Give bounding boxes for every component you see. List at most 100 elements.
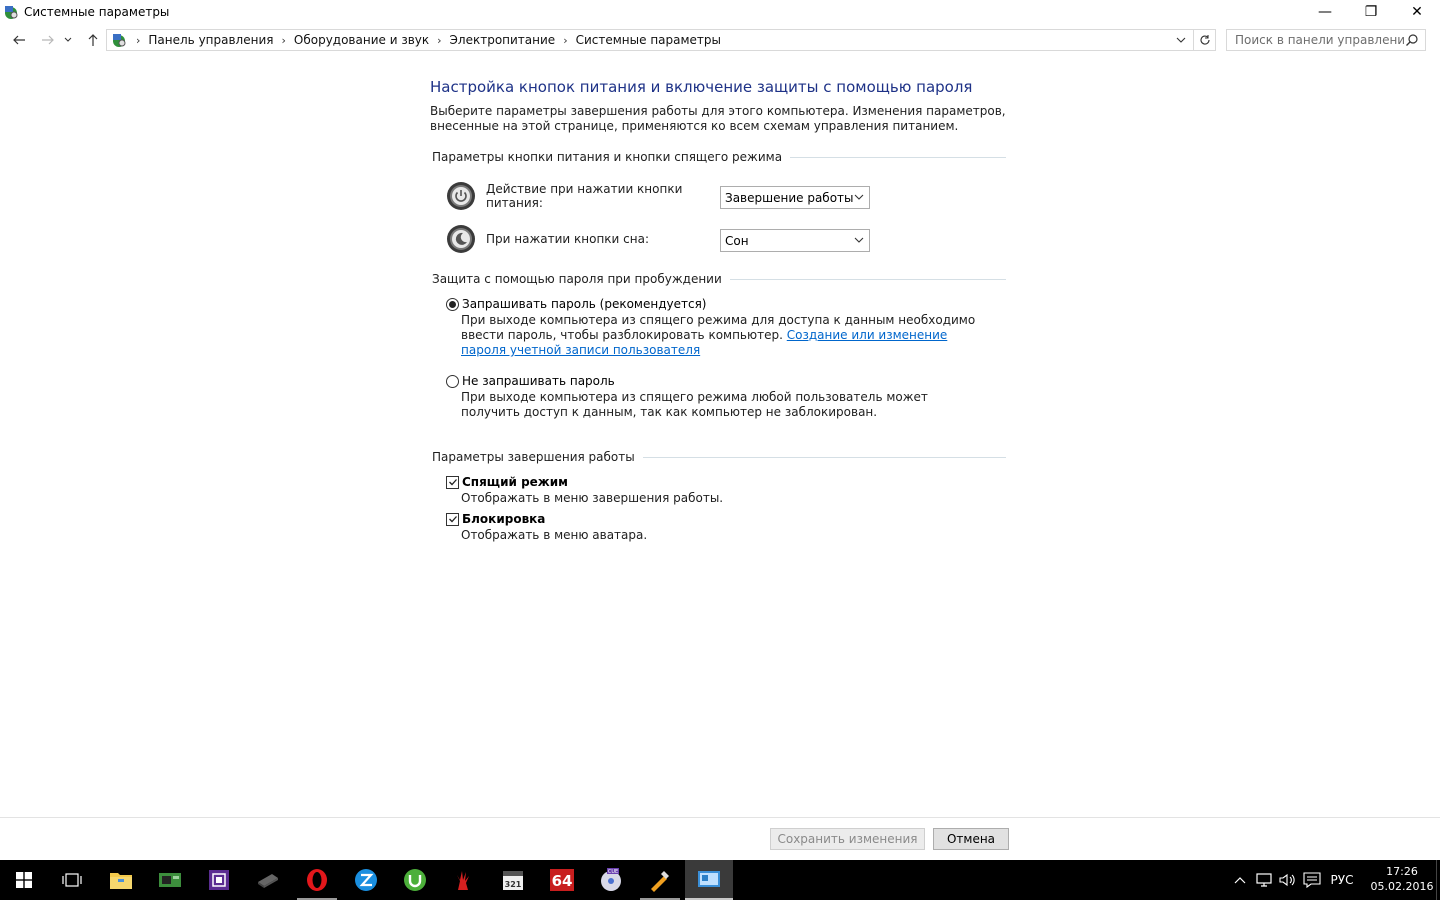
opera-icon xyxy=(307,869,327,891)
settings-area: Параметры кнопки питания и кнопки спящег… xyxy=(430,150,1010,550)
utorrent-icon xyxy=(404,869,426,891)
divider xyxy=(729,278,1006,280)
show-hidden-icons-button[interactable] xyxy=(1230,860,1250,900)
taskbar-cue-app[interactable]: CUE xyxy=(587,860,635,900)
recent-locations-button[interactable] xyxy=(61,28,75,52)
breadcrumb-system-settings[interactable]: Системные параметры xyxy=(576,33,721,47)
address-history-button[interactable] xyxy=(1171,30,1191,50)
svg-text:CUE: CUE xyxy=(608,869,618,875)
chevron-down-icon xyxy=(854,237,864,243)
sleep-mode-description: Отображать в меню завершения работы. xyxy=(461,491,724,505)
checkmark-icon xyxy=(448,516,457,523)
footer-divider xyxy=(0,817,1440,818)
chevron-down-icon xyxy=(1176,37,1186,43)
taskbar-utorrent[interactable] xyxy=(391,860,439,900)
show-desktop-button[interactable] xyxy=(1436,860,1440,900)
taskbar-aida64[interactable]: 64 xyxy=(538,860,586,900)
sleep-button-action-value: Сон xyxy=(725,233,749,248)
back-button[interactable] xyxy=(8,28,30,52)
action-center-button[interactable] xyxy=(1300,860,1324,900)
page-intro: Выберите параметры завершения работы для… xyxy=(430,104,1006,133)
forward-button[interactable] xyxy=(37,28,59,52)
arrow-left-icon xyxy=(13,35,25,45)
taskbar-calendar-app[interactable]: 321 xyxy=(489,860,537,900)
network-tray-button[interactable] xyxy=(1253,860,1275,900)
processor-icon xyxy=(209,870,229,890)
refresh-button[interactable] xyxy=(1193,30,1215,50)
require-password-label[interactable]: Запрашивать пароль (рекомендуется) xyxy=(462,297,706,311)
chevron-up-icon xyxy=(1234,877,1246,884)
taskbar-file-explorer[interactable] xyxy=(97,860,145,900)
refresh-icon xyxy=(1199,35,1210,45)
taskbar-bloody[interactable] xyxy=(440,860,488,900)
breadcrumb-separator[interactable]: › xyxy=(136,34,140,47)
divider xyxy=(790,156,1006,158)
no-password-radio[interactable] xyxy=(446,374,459,388)
chevron-down-icon xyxy=(64,37,72,42)
taskbar-gpu-app[interactable] xyxy=(146,860,194,900)
up-button[interactable] xyxy=(82,28,104,52)
sleep-mode-checkbox[interactable] xyxy=(446,475,459,489)
breadcrumb-control-panel[interactable]: Панель управления xyxy=(148,33,273,47)
breadcrumb-separator[interactable]: › xyxy=(437,34,441,47)
lock-description: Отображать в меню аватара. xyxy=(461,528,648,542)
task-view-icon xyxy=(62,873,82,887)
minimize-button[interactable]: — xyxy=(1302,0,1348,24)
sleep-mode-label[interactable]: Спящий режим xyxy=(462,475,568,489)
volume-tray-button[interactable] xyxy=(1276,860,1298,900)
require-password-option[interactable]: Запрашивать пароль (рекомендуется) xyxy=(446,297,706,311)
bloody-hand-icon xyxy=(457,871,469,890)
tools-icon xyxy=(651,871,669,892)
taskbar-cpu-app[interactable] xyxy=(195,860,243,900)
navigation-bar: › Панель управления › Оборудование и зву… xyxy=(0,28,1440,52)
zona-icon xyxy=(355,869,377,891)
address-bar[interactable]: › Панель управления › Оборудование и зву… xyxy=(106,29,1216,51)
taskbar: 321 64 CUE РУС 17:26 05.02.2016 xyxy=(0,860,1440,900)
svg-text:321: 321 xyxy=(505,880,522,889)
sleep-mode-option[interactable]: Спящий режим xyxy=(446,475,568,489)
window-title: Системные параметры xyxy=(24,5,170,19)
page-title: Настройка кнопок питания и включение защ… xyxy=(430,78,973,96)
restore-button[interactable]: ❐ xyxy=(1348,0,1394,24)
task-view-button[interactable] xyxy=(48,860,96,900)
save-changes-button[interactable]: Сохранить изменения xyxy=(770,828,925,850)
lock-option[interactable]: Блокировка xyxy=(446,512,545,526)
chevron-down-icon xyxy=(854,194,864,200)
power-button-label: Действие при нажатии кнопки питания: xyxy=(486,182,683,210)
svg-text:64: 64 xyxy=(552,872,573,890)
lock-label[interactable]: Блокировка xyxy=(462,512,545,526)
taskbar-clock[interactable]: 17:26 05.02.2016 xyxy=(1370,864,1434,894)
search-box[interactable] xyxy=(1226,29,1426,51)
no-password-description: При выходе компьютера из спящего режима … xyxy=(461,390,928,419)
graphics-card-icon xyxy=(159,873,181,887)
breadcrumb-hardware-sound[interactable]: Оборудование и звук xyxy=(294,33,429,47)
divider xyxy=(642,456,1006,458)
no-password-option[interactable]: Не запрашивать пароль xyxy=(446,374,615,388)
no-password-label[interactable]: Не запрашивать пароль xyxy=(462,374,615,388)
power-buttons-group-header: Параметры кнопки питания и кнопки спящег… xyxy=(432,150,1006,164)
sleep-button-label: При нажатии кнопки сна: xyxy=(486,232,650,246)
taskbar-zona[interactable] xyxy=(342,860,390,900)
arrow-right-icon xyxy=(42,35,54,45)
breadcrumb-separator[interactable]: › xyxy=(281,34,285,47)
taskbar-opera[interactable] xyxy=(293,860,341,900)
require-password-radio[interactable] xyxy=(446,297,459,311)
taskbar-tools-app[interactable] xyxy=(636,860,684,900)
breadcrumb-separator[interactable]: › xyxy=(563,34,567,47)
power-button-action-select[interactable]: Завершение работы xyxy=(720,186,870,209)
shutdown-group-title: Параметры завершения работы xyxy=(432,450,635,464)
taskbar-control-panel[interactable] xyxy=(685,860,733,900)
password-group-header: Защита с помощью пароля при пробуждении xyxy=(432,272,1006,286)
start-button[interactable] xyxy=(0,860,48,900)
close-button[interactable]: ✕ xyxy=(1394,0,1440,24)
input-language-indicator[interactable]: РУС xyxy=(1326,860,1358,900)
breadcrumb-power-options[interactable]: Электропитание xyxy=(450,33,556,47)
search-input[interactable] xyxy=(1235,33,1405,47)
search-icon[interactable] xyxy=(1405,33,1419,47)
cancel-button[interactable]: Отмена xyxy=(933,828,1009,850)
lock-checkbox[interactable] xyxy=(446,512,459,526)
notification-icon xyxy=(1303,872,1321,888)
sleep-button-icon xyxy=(447,225,475,253)
taskbar-memory-app[interactable] xyxy=(244,860,292,900)
sleep-button-action-select[interactable]: Сон xyxy=(720,229,870,252)
